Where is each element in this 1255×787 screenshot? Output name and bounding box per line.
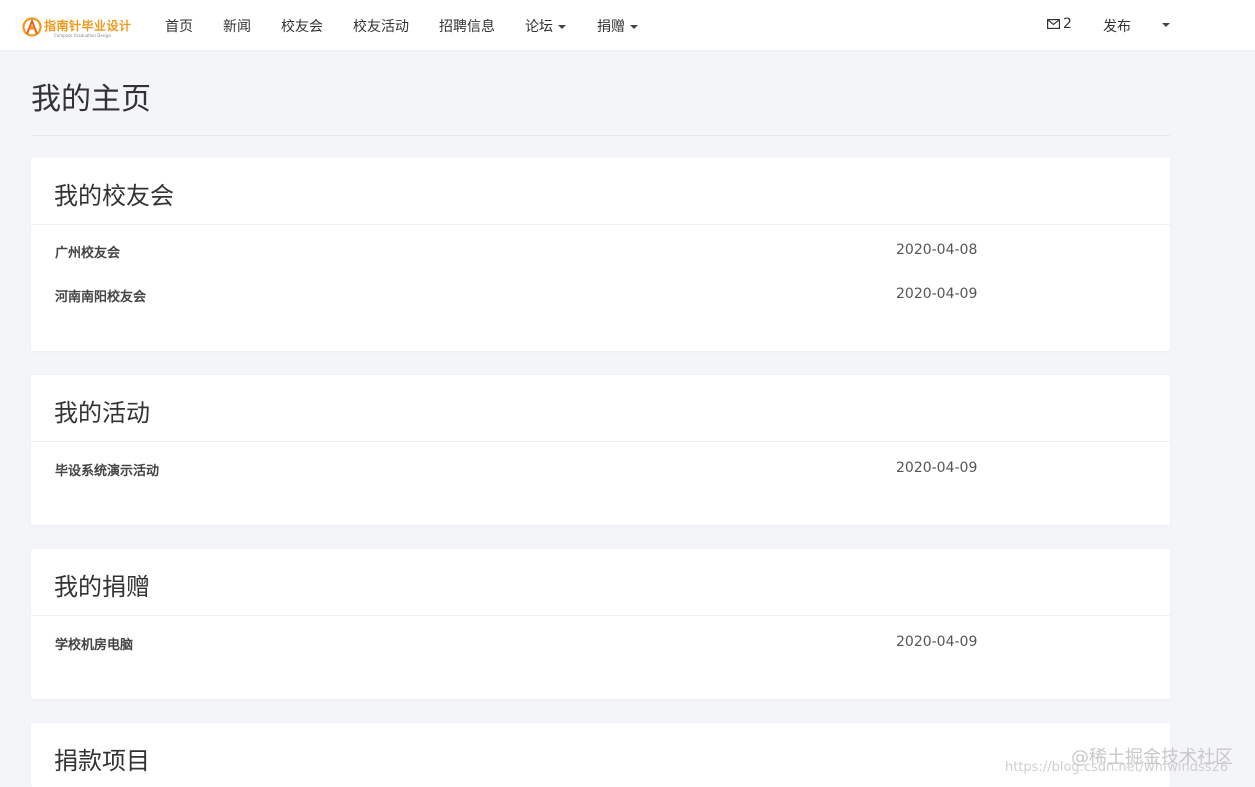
nav-forum-dropdown[interactable]: 论坛	[525, 16, 566, 36]
list-item-name[interactable]: 广州校友会	[55, 242, 120, 261]
compass-logo-icon	[22, 17, 42, 37]
panel-title: 捐款项目	[54, 747, 150, 775]
nav-donation-dropdown[interactable]: 捐赠	[597, 16, 638, 36]
panel-my-alumni: 我的校友会 广州校友会 2020-04-08 河南南阳校友会 2020-04-0…	[31, 158, 1170, 351]
nav-donation-label: 捐赠	[597, 19, 625, 35]
top-navbar: 指南针毕业设计 Compass Graduation Design 首页 新闻 …	[0, 0, 1255, 50]
title-divider	[31, 135, 1170, 136]
user-menu-chevron-down-icon[interactable]	[1162, 23, 1170, 27]
list-item-date: 2020-04-09	[896, 634, 978, 650]
messages-count: 2	[1063, 16, 1072, 32]
panel-my-donations: 我的捐赠 学校机房电脑 2020-04-09	[31, 549, 1170, 699]
panel-heading: 我的捐赠	[31, 549, 1170, 616]
panel-my-activities: 我的活动 毕设系统演示活动 2020-04-09	[31, 375, 1170, 525]
publish-button[interactable]: 发布	[1103, 16, 1131, 36]
list-item-date: 2020-04-09	[896, 460, 978, 476]
list-item-name[interactable]: 学校机房电脑	[55, 634, 133, 653]
panel-donation-projects: 捐款项目	[31, 723, 1170, 787]
chevron-down-icon	[558, 25, 566, 29]
list-item-name[interactable]: 毕设系统演示活动	[55, 460, 159, 479]
nav-alumni-association[interactable]: 校友会	[281, 16, 323, 36]
panel-heading: 我的校友会	[31, 158, 1170, 225]
brand-logo[interactable]: 指南针毕业设计 Compass Graduation Design	[22, 14, 132, 42]
mail-icon	[1047, 19, 1061, 30]
list-item-name[interactable]: 河南南阳校友会	[55, 286, 146, 305]
list-item-date: 2020-04-09	[896, 286, 978, 302]
messages-button[interactable]: 2	[1047, 16, 1072, 32]
nav-home[interactable]: 首页	[165, 16, 193, 36]
panel-title: 我的活动	[54, 399, 150, 427]
panel-title: 我的校友会	[54, 182, 174, 210]
watermark-url: https://blog.csdn.net/whfwindss26	[1005, 760, 1229, 775]
nav-news[interactable]: 新闻	[223, 16, 251, 36]
list-item-date: 2020-04-08	[896, 242, 978, 258]
nav-recruitment[interactable]: 招聘信息	[439, 16, 495, 36]
brand-subtitle: Compass Graduation Design	[54, 33, 112, 38]
chevron-down-icon	[630, 25, 638, 29]
panel-heading: 我的活动	[31, 375, 1170, 442]
panel-title: 我的捐赠	[54, 573, 150, 601]
nav-forum-label: 论坛	[525, 19, 553, 35]
page-title: 我的主页	[31, 82, 151, 117]
brand-title: 指南针毕业设计	[44, 19, 132, 33]
nav-alumni-activities[interactable]: 校友活动	[353, 16, 409, 36]
